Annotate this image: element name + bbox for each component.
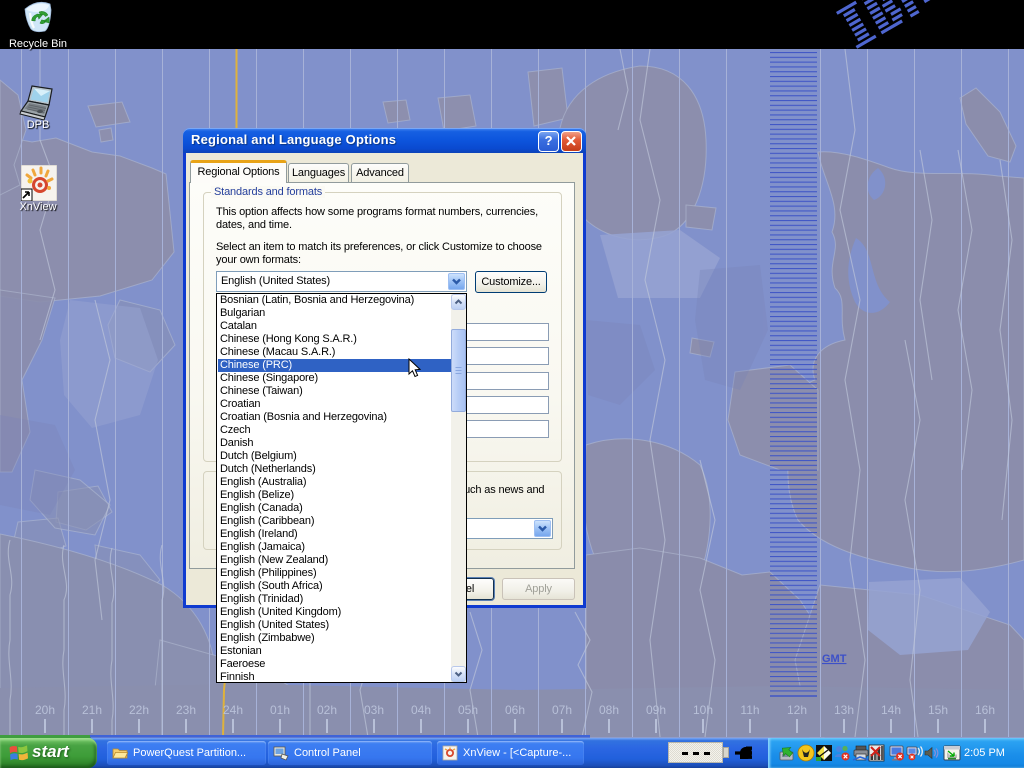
svg-text:12h: 12h [787,703,807,717]
svg-text:10h: 10h [693,703,713,717]
svg-text:16h: 16h [975,703,995,717]
svg-text:04h: 04h [411,703,431,717]
svg-text:02h: 02h [317,703,337,717]
svg-text:14h: 14h [881,703,901,717]
svg-text:13h: 13h [834,703,854,717]
svg-text:06h: 06h [505,703,525,717]
svg-text:23h: 23h [176,703,196,717]
svg-text:21h: 21h [82,703,102,717]
svg-text:08h: 08h [599,703,619,717]
svg-text:03h: 03h [364,703,384,717]
svg-text:09h: 09h [646,703,666,717]
svg-text:15h: 15h [928,703,948,717]
svg-text:11h: 11h [740,703,759,717]
svg-text:20h: 20h [35,703,55,717]
svg-text:07h: 07h [552,703,572,717]
svg-text:01h: 01h [270,703,290,717]
svg-text:24h: 24h [223,703,243,717]
svg-text:05h: 05h [458,703,478,717]
svg-text:22h: 22h [129,703,149,717]
svg-text:GMT: GMT [822,653,847,665]
